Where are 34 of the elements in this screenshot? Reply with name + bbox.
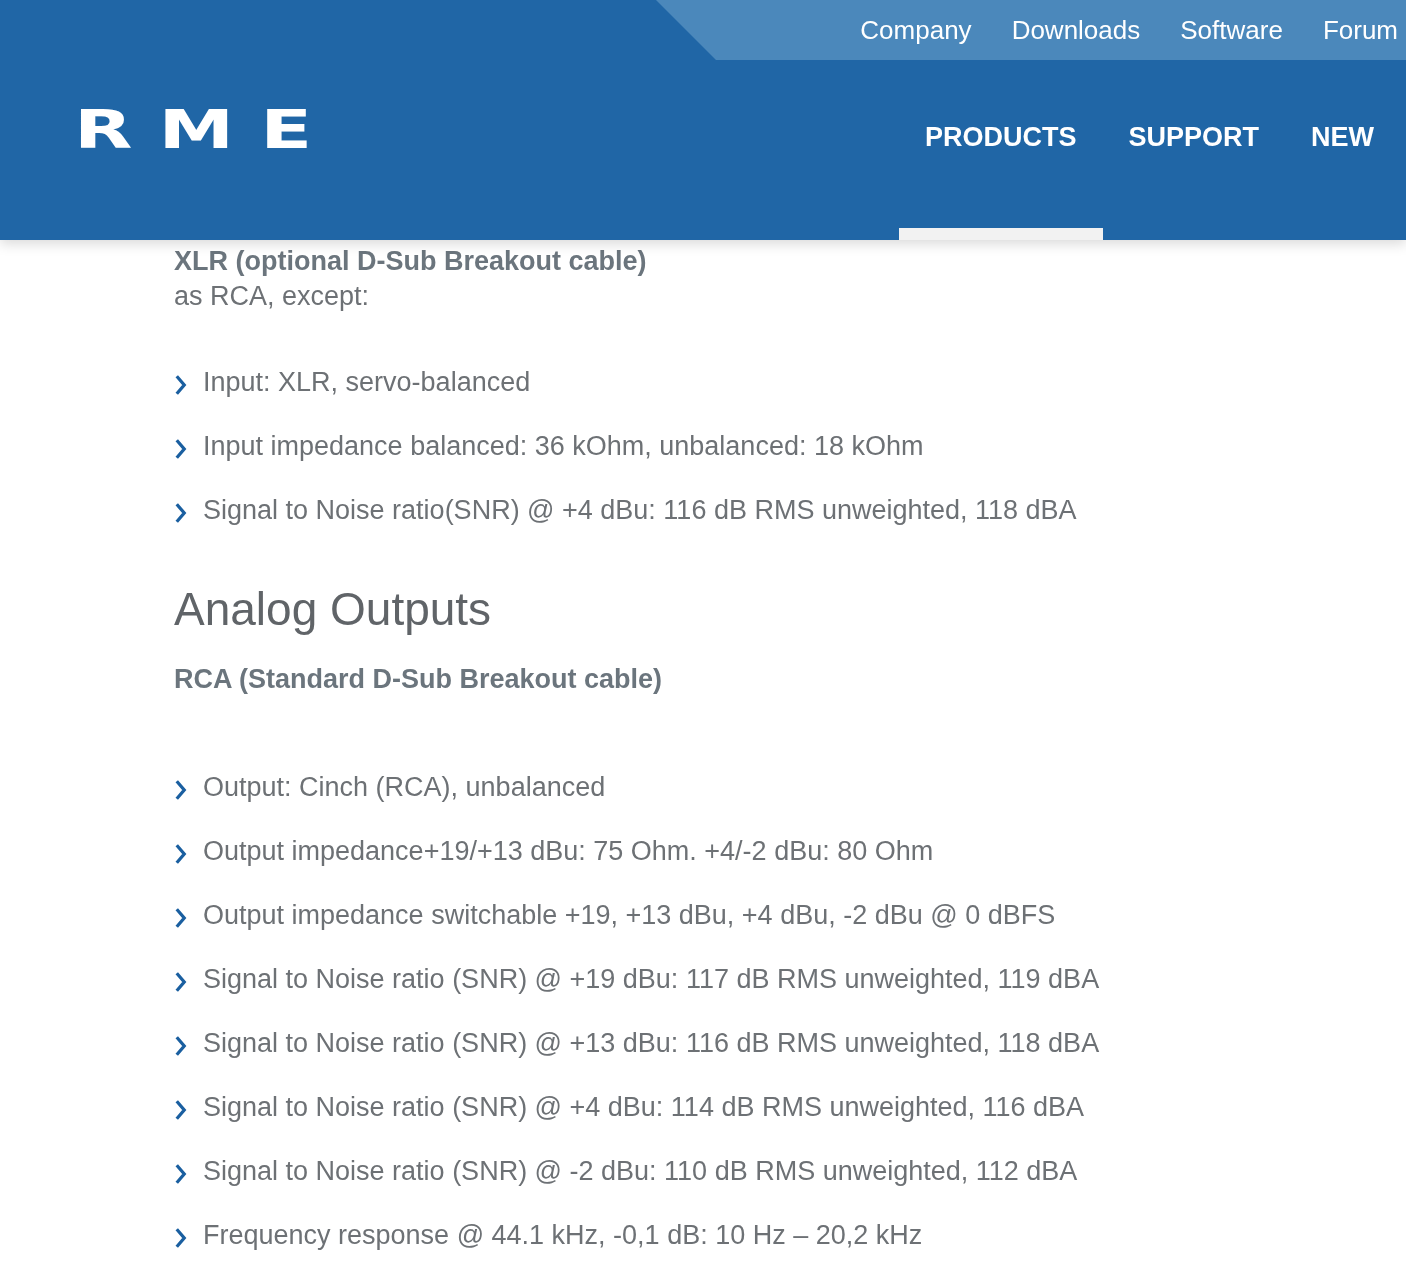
spec-item: Signal to Noise ratio (SNR) @ +4 dBu: 114 dB RMS unweighted, 116 dBA	[203, 1091, 1085, 1123]
chevron-icon	[174, 503, 187, 523]
spec-item: Signal to Noise ratio (SNR) @ +19 dBu: 117 dB RMS unweighted, 119 dBA	[203, 963, 1100, 995]
spec-item: Output: Cinch (RCA), unbalanced	[203, 771, 606, 803]
top-link[interactable]: Downloads	[1011, 14, 1141, 46]
nav-tab[interactable]: SUPPORT	[1102, 100, 1286, 240]
spec-item: Frequency response @ 44.1 kHz, -0,1 dB: 10 Hz – 20,2 kHz	[203, 1219, 923, 1251]
section-heading: Analog Outputs	[174, 582, 493, 637]
nav-tab[interactable]: NEW	[1285, 100, 1401, 240]
chevron-icon	[174, 1164, 187, 1184]
spec-item: Output impedance switchable +19, +13 dBu, +4 dBu, -2 dBu @ 0 dBFS	[203, 899, 1056, 931]
spec-item: Input: XLR, servo-balanced	[203, 366, 531, 398]
chevron-icon	[174, 780, 187, 800]
subheading: XLR (optional D-Sub Breakout cable)	[174, 245, 648, 278]
logo[interactable]: RME	[74, 103, 339, 157]
spec-item: Output impedance+19/+13 dBu: 75 Ohm. +4/-2 dBu: 80 Ohm	[203, 835, 934, 867]
spec-item: Signal to Noise ratio(SNR) @ +4 dBu: 116 dB RMS unweighted, 118 dBA	[203, 494, 1077, 526]
nav-tab[interactable]: PRODUCTS	[899, 100, 1103, 240]
chevron-icon	[174, 1100, 187, 1120]
chevron-icon	[174, 375, 187, 395]
top-link[interactable]: Forum	[1322, 14, 1398, 46]
spec-item: Signal to Noise ratio (SNR) @ +13 dBu: 116 dB RMS unweighted, 118 dBA	[203, 1027, 1100, 1059]
chevron-icon	[174, 908, 187, 928]
top-link[interactable]: Company	[860, 14, 972, 46]
chevron-icon	[174, 1036, 187, 1056]
chevron-icon	[174, 844, 187, 864]
note-text: as RCA, except:	[174, 280, 371, 313]
chevron-icon	[174, 1228, 187, 1248]
spec-item: Input impedance balanced: 36 kOhm, unbalanced: 18 kOhm	[203, 430, 924, 462]
chevron-icon	[174, 972, 187, 992]
chevron-icon	[174, 439, 187, 459]
top-link[interactable]: Software	[1180, 14, 1283, 46]
spec-item: Signal to Noise ratio (SNR) @ -2 dBu: 110 dB RMS unweighted, 112 dBA	[203, 1155, 1078, 1187]
subheading: RCA (Standard D-Sub Breakout cable)	[174, 663, 664, 696]
